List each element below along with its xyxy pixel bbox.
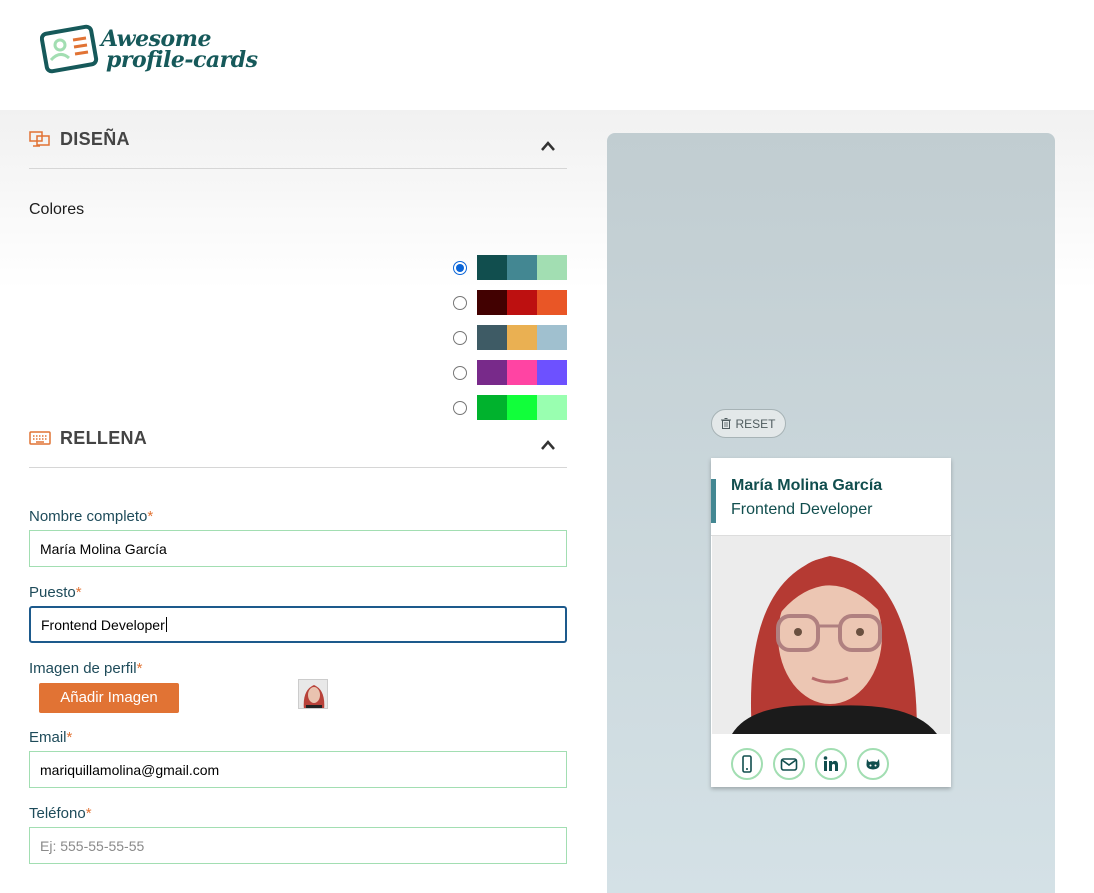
trash-icon	[721, 418, 732, 429]
linkedin-icon	[823, 756, 838, 771]
email-label-text: Email	[29, 729, 67, 746]
colors-row: Colores	[29, 169, 567, 420]
phone-input[interactable]: Ej: 555-55-55-55	[29, 827, 567, 864]
id-card-icon	[40, 24, 99, 74]
color-swatch	[537, 290, 567, 315]
fill-section-title: RELLENA	[60, 427, 148, 448]
profile-image-thumbnail	[298, 679, 328, 709]
required-mark: *	[85, 805, 92, 822]
fill-section-header[interactable]: RELLENA	[29, 409, 567, 468]
color-swatch	[507, 325, 537, 350]
image-label-text: Imagen de perfil	[29, 660, 137, 677]
email-input[interactable]: mariquillamolina@gmail.com	[29, 751, 567, 788]
job-label: Puesto*	[29, 584, 567, 601]
logo[interactable]: Awesome profile-cards	[40, 24, 258, 76]
design-section-header[interactable]: DISEÑA	[29, 110, 567, 169]
social-links	[731, 748, 899, 780]
email-label: Email*	[29, 729, 567, 746]
reset-button[interactable]: RESET	[711, 409, 786, 438]
mobile-icon	[742, 755, 752, 773]
profile-photo	[712, 536, 950, 734]
color-swatch	[477, 325, 507, 350]
palette-radio[interactable]	[453, 295, 467, 310]
required-mark: *	[136, 660, 143, 677]
phone-label-text: Teléfono	[29, 805, 86, 822]
card-photo	[712, 536, 950, 734]
color-swatch	[507, 360, 537, 385]
image-row: Añadir Imagen	[29, 679, 567, 713]
color-swatch	[537, 325, 567, 350]
name-input[interactable]: María Molina García	[29, 530, 567, 567]
color-swatch	[537, 255, 567, 280]
linkedin-link[interactable]	[815, 748, 847, 780]
color-swatch	[507, 255, 537, 280]
header: Awesome profile-cards	[0, 0, 1094, 110]
palette-radio[interactable]	[453, 330, 467, 345]
job-input-value: Frontend Developer	[41, 616, 165, 633]
name-label-text: Nombre completo	[29, 508, 148, 525]
palette-radio[interactable]	[453, 260, 467, 275]
form-panel: DISEÑA Colores RELLENA Nombre completo* …	[29, 110, 567, 864]
card-header: María Molina García Frontend Developer	[711, 458, 951, 536]
color-swatch	[477, 255, 507, 280]
color-swatch	[477, 290, 507, 315]
profile-photo-thumb	[299, 680, 327, 708]
image-label: Imagen de perfil*	[29, 660, 567, 677]
name-label: Nombre completo*	[29, 508, 567, 525]
job-input[interactable]: Frontend Developer	[29, 606, 567, 643]
profile-card: María Molina García Frontend Developer	[711, 458, 951, 787]
card-job: Frontend Developer	[731, 501, 873, 518]
color-swatch	[507, 290, 537, 315]
colors-label: Colores	[29, 201, 85, 218]
required-mark: *	[147, 508, 154, 525]
design-icon	[29, 131, 50, 147]
palette-radio[interactable]	[453, 365, 467, 380]
envelope-icon	[780, 758, 798, 771]
chevron-up-icon[interactable]	[539, 140, 557, 152]
palette-option[interactable]	[453, 290, 567, 315]
add-image-button[interactable]: Añadir Imagen	[39, 683, 179, 713]
reset-label: RESET	[735, 416, 776, 431]
color-swatch	[477, 360, 507, 385]
card-name: María Molina García	[731, 477, 883, 494]
phone-link[interactable]	[731, 748, 763, 780]
logo-line2: profile-cards	[106, 47, 258, 73]
text-cursor	[165, 617, 167, 632]
github-link[interactable]	[857, 748, 889, 780]
job-label-text: Puesto	[29, 584, 76, 601]
chevron-up-icon[interactable]	[539, 439, 557, 451]
required-mark: *	[75, 584, 82, 601]
email-link[interactable]	[773, 748, 805, 780]
required-mark: *	[66, 729, 73, 746]
color-swatch	[537, 360, 567, 385]
palette-option[interactable]	[453, 325, 567, 350]
keyboard-icon	[29, 431, 51, 445]
palette-option[interactable]	[453, 360, 567, 385]
logo-text: Awesome profile-cards	[100, 28, 258, 73]
card-preview-panel: RESET María Molina García Frontend Devel…	[607, 133, 1055, 893]
design-section-title: DISEÑA	[60, 128, 130, 149]
phone-label: Teléfono*	[29, 805, 567, 822]
github-icon	[866, 759, 880, 770]
palette-option[interactable]	[453, 255, 567, 280]
card-accent-bar	[711, 479, 716, 523]
